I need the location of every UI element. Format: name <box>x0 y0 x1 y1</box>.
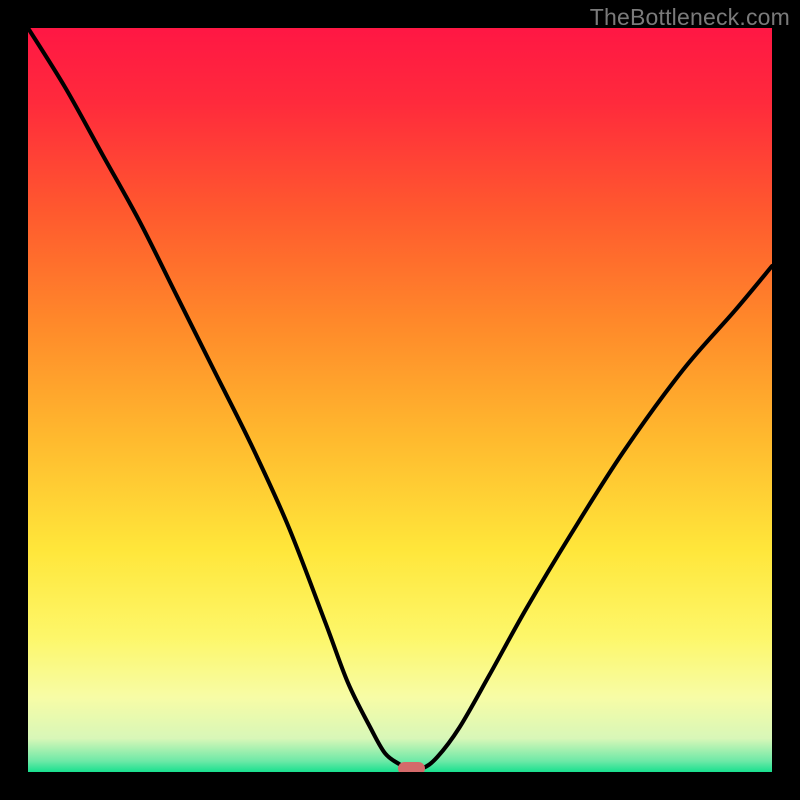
plot-area <box>28 28 772 772</box>
chart-frame: TheBottleneck.com <box>0 0 800 800</box>
watermark-text: TheBottleneck.com <box>590 4 790 31</box>
optimal-point-marker <box>398 762 425 772</box>
bottleneck-curve <box>28 28 772 772</box>
